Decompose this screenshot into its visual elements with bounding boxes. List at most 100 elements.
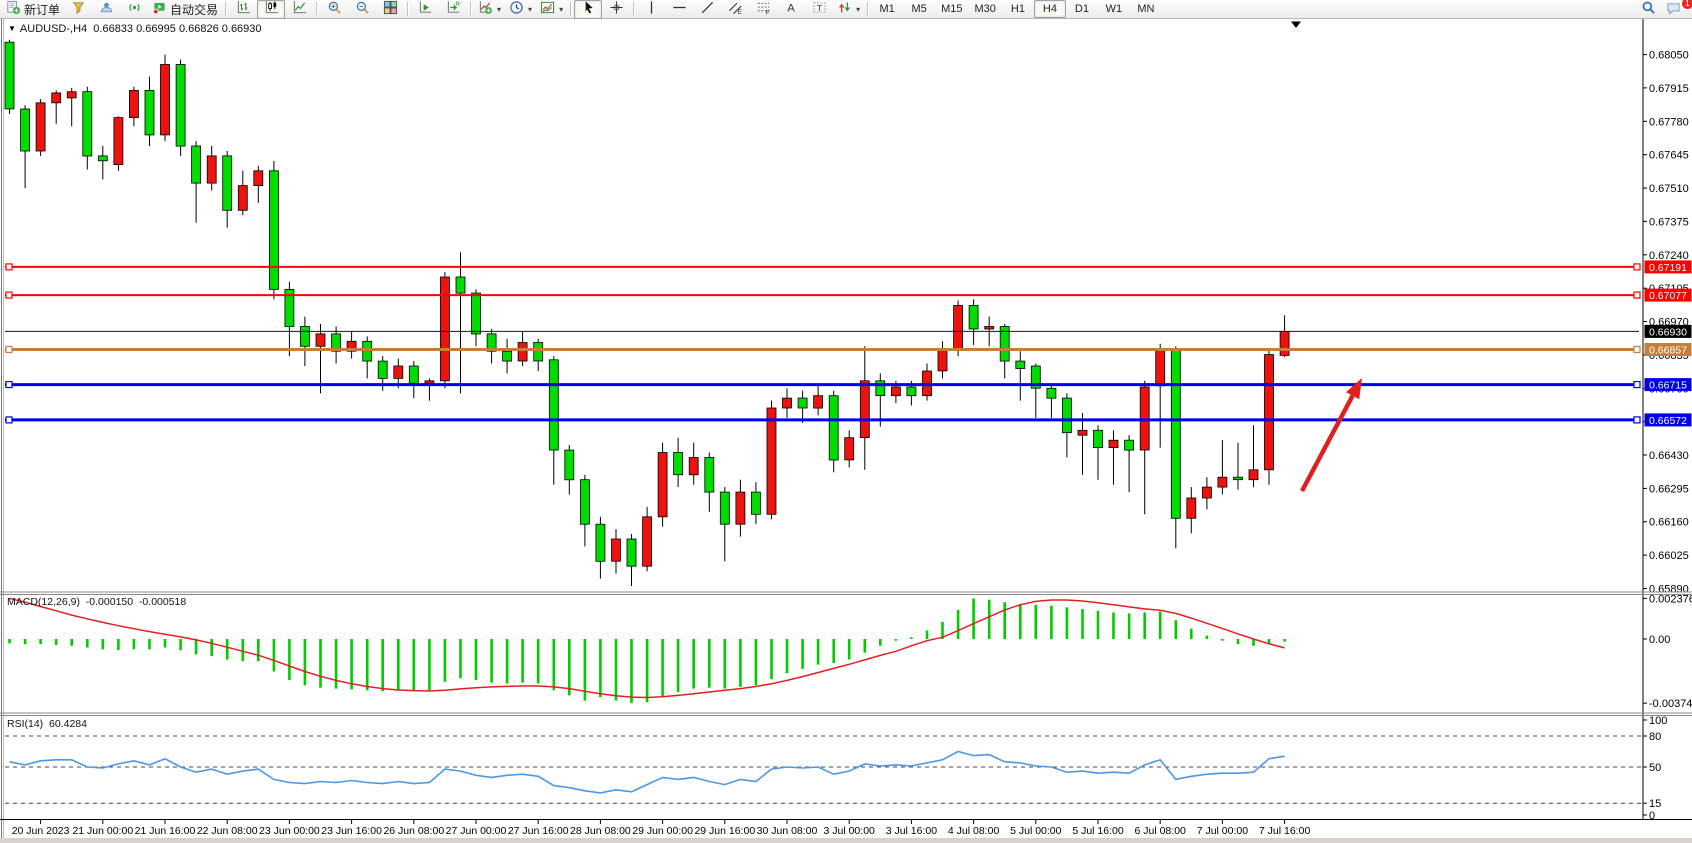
candle-body (1109, 440, 1118, 447)
chevron-down-icon[interactable]: ▾ (856, 5, 860, 14)
line-anchor-square[interactable] (6, 264, 12, 270)
cloud-user-icon (99, 0, 114, 18)
ohlc-close: 0.66930 (222, 23, 262, 35)
svg-text:F: F (765, 10, 769, 15)
time-tick-label: 27 Jun 16:00 (508, 825, 569, 837)
indicators-button[interactable]: ▾ (474, 0, 505, 19)
channel-button[interactable]: E (721, 0, 749, 19)
cursor-button[interactable] (574, 0, 602, 19)
chevron-down-icon[interactable]: ▾ (497, 5, 501, 14)
line-anchor-square[interactable] (6, 382, 12, 388)
timeframe-H4-button[interactable]: H4 (1034, 0, 1066, 18)
candle-body (985, 327, 994, 330)
autoscroll-button[interactable] (411, 0, 439, 19)
svg-text:0.66930: 0.66930 (1649, 326, 1687, 338)
cursor-icon (581, 0, 596, 18)
svg-text:E: E (737, 9, 741, 15)
shapes-button[interactable]: ▾ (833, 0, 864, 19)
line-anchor-square[interactable] (1634, 264, 1640, 270)
line-anchor-square[interactable] (1634, 417, 1640, 423)
chevron-down-icon[interactable]: ▾ (559, 5, 563, 14)
fibonacci-button[interactable]: F (749, 0, 777, 19)
candle-body (845, 438, 854, 460)
zoom-in-button[interactable] (320, 0, 348, 19)
chart-svg: 0.680500.679150.677800.676450.675100.673… (0, 0, 1692, 843)
time-tick-label: 22 Jun 08:00 (197, 825, 258, 837)
candlestick-button[interactable] (257, 0, 285, 19)
bar-chart-button[interactable] (229, 0, 257, 19)
cloud-user-button[interactable] (92, 0, 120, 19)
candle-body (83, 92, 92, 156)
price-line-badge: 0.67077 (1645, 289, 1692, 303)
label-button[interactable]: T (805, 0, 833, 19)
autotrade-label: 自动交易 (170, 1, 218, 18)
rsi-axis-label: 80 (1649, 731, 1661, 743)
svg-text:T: T (816, 3, 821, 13)
line-anchor-square[interactable] (1634, 346, 1640, 352)
tile-windows-button[interactable] (376, 0, 404, 19)
clock-button[interactable]: ▾ (505, 0, 536, 19)
new-order-button[interactable]: 新订单 (2, 0, 64, 19)
toolbar-separator (470, 2, 471, 16)
vline-button[interactable] (637, 0, 665, 19)
crosshair-button[interactable] (602, 0, 630, 19)
candle-body (394, 366, 403, 378)
timeframe-H1-button[interactable]: H1 (1002, 0, 1034, 18)
price-tick-label: 0.67510 (1649, 183, 1689, 195)
time-tick-label: 28 Jun 08:00 (570, 825, 631, 837)
zoom-out-button[interactable] (348, 0, 376, 19)
line-chart-button[interactable] (285, 0, 313, 19)
signal-button[interactable] (120, 0, 148, 19)
price-line-badge: 0.66857 (1645, 343, 1692, 357)
candle-body (98, 156, 107, 161)
notifications-button[interactable]: 1 (1662, 0, 1690, 19)
chevron-down-icon[interactable]: ▾ (528, 5, 532, 14)
price-tick-label: 0.66160 (1649, 517, 1689, 529)
search-button[interactable] (1634, 0, 1662, 19)
candle-body (5, 42, 14, 109)
symbol-dropdown-icon[interactable]: ▼ (8, 24, 16, 33)
time-tick-label: 3 Jul 16:00 (886, 825, 938, 837)
line-anchor-square[interactable] (6, 292, 12, 298)
timeframe-W1-button[interactable]: W1 (1098, 0, 1130, 18)
autotrade-button[interactable]: 自动交易 (148, 0, 222, 19)
candle-body (596, 524, 605, 561)
template-button[interactable]: ▾ (536, 0, 567, 19)
line-anchor-square[interactable] (1634, 292, 1640, 298)
timeframe-M30-button[interactable]: M30 (969, 0, 1002, 18)
rsi-indicator-label: RSI(14) 60.4284 (7, 718, 87, 730)
line-anchor-square[interactable] (6, 346, 12, 352)
text-button[interactable]: A (777, 0, 805, 19)
toolbar-separator (316, 2, 317, 16)
candle-body (783, 398, 792, 408)
timeframe-M5-button[interactable]: M5 (903, 0, 935, 18)
candle-body (705, 458, 714, 493)
timeframe-MN-button[interactable]: MN (1130, 0, 1162, 18)
macd-name: MACD(12,26,9) (7, 596, 80, 608)
line-anchor-square[interactable] (6, 417, 12, 423)
clock-icon (509, 0, 524, 18)
chart-area[interactable]: 0.680500.679150.677800.676450.675100.673… (0, 0, 1692, 843)
macd-indicator-label: MACD(12,26,9) -0.000150 -0.000518 (7, 596, 186, 608)
time-tick-label: 7 Jul 16:00 (1259, 825, 1311, 837)
time-tick-label: 21 Jun 16:00 (135, 825, 196, 837)
line-anchor-square[interactable] (1634, 382, 1640, 388)
shapes-icon (837, 0, 852, 18)
mt4-terminal-window: { "toolbar": { "new_order_label": "新订单",… (0, 0, 1692, 843)
label-icon: T (812, 0, 827, 18)
candle-body (223, 156, 232, 210)
chart-shift-button[interactable] (439, 0, 467, 19)
candle-body (192, 146, 201, 183)
hline-button[interactable] (665, 0, 693, 19)
timeframe-D1-button[interactable]: D1 (1066, 0, 1098, 18)
candle-body (580, 480, 589, 525)
template-icon (540, 0, 555, 18)
macd-signal-value: -0.000518 (139, 596, 186, 608)
trendline-button[interactable] (693, 0, 721, 19)
timeframe-M1-button[interactable]: M1 (871, 0, 903, 18)
timeframe-M15-button[interactable]: M15 (935, 0, 968, 18)
price-line-badge: 0.66715 (1645, 378, 1692, 392)
funnel-button[interactable] (64, 0, 92, 19)
candle-body (814, 396, 823, 408)
candle-body (860, 381, 869, 438)
